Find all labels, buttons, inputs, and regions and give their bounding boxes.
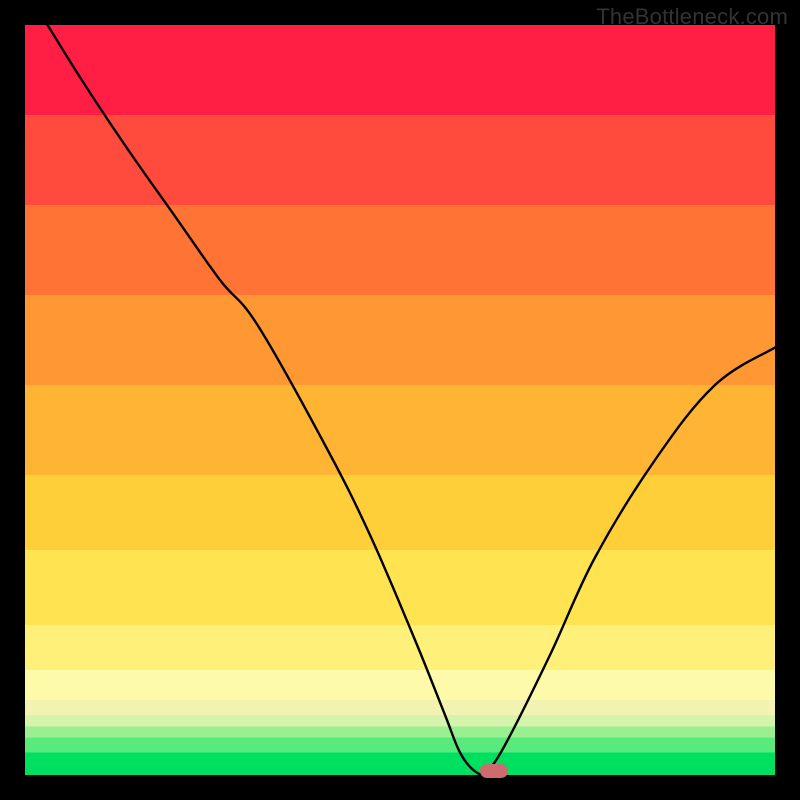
optimum-marker bbox=[480, 764, 508, 778]
bottleneck-curve-path bbox=[48, 25, 776, 774]
curve-layer bbox=[25, 25, 775, 775]
watermark-text: TheBottleneck.com bbox=[596, 4, 788, 30]
plot-area bbox=[25, 25, 775, 775]
chart-frame: TheBottleneck.com bbox=[0, 0, 800, 800]
